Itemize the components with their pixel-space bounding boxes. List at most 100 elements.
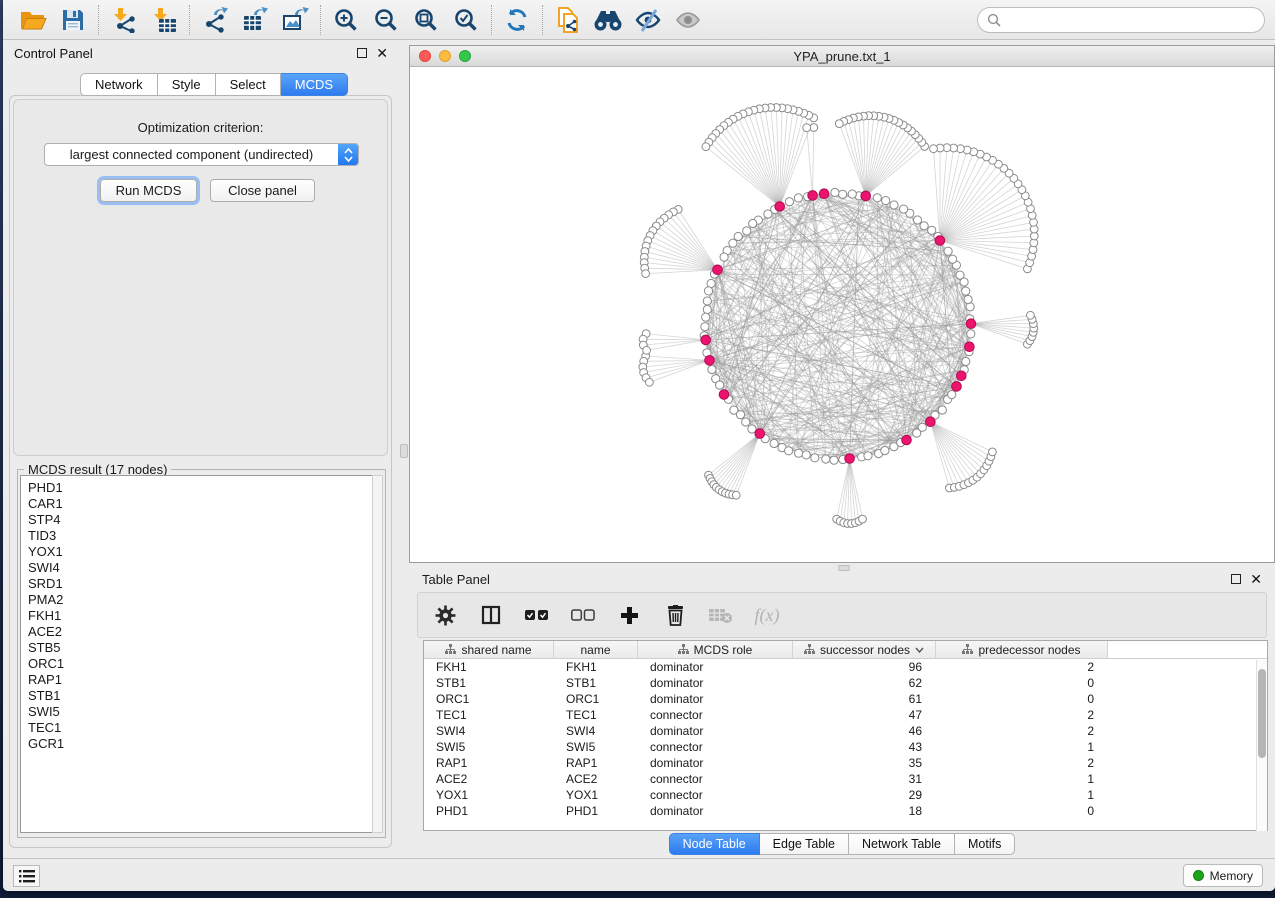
- export-table-button[interactable]: [235, 3, 275, 37]
- table-cell: 1: [936, 772, 1108, 786]
- column-header-predecessor-nodes[interactable]: predecessor nodes: [936, 641, 1108, 658]
- zoom-selected-icon: [453, 7, 479, 33]
- search-box[interactable]: [977, 7, 1265, 33]
- tab-style[interactable]: Style: [158, 73, 216, 96]
- table-row[interactable]: SWI4SWI4dominator462: [424, 723, 1267, 739]
- splitter-grip[interactable]: [400, 444, 408, 458]
- column-header-MCDS-role[interactable]: MCDS role: [638, 641, 793, 658]
- table-row[interactable]: SWI5SWI5connector431: [424, 739, 1267, 755]
- table-cell: 2: [936, 708, 1108, 722]
- float-panel-icon[interactable]: [1231, 574, 1241, 584]
- float-panel-icon[interactable]: [357, 48, 367, 58]
- network-graph[interactable]: [410, 67, 1274, 562]
- network-window-titlebar[interactable]: YPA_prune.txt_1: [410, 46, 1274, 67]
- mcds-result-item[interactable]: STB1: [28, 688, 373, 704]
- mcds-result-item[interactable]: STB5: [28, 640, 373, 656]
- deselect-all-button[interactable]: [570, 600, 596, 630]
- table-toolbar: f(x): [417, 592, 1267, 638]
- vertical-splitter[interactable]: [399, 40, 409, 858]
- table-row[interactable]: FKH1FKH1dominator962: [424, 659, 1267, 675]
- search-input[interactable]: [1001, 10, 1264, 30]
- mcds-result-item[interactable]: STP4: [28, 512, 373, 528]
- table-row[interactable]: TEC1TEC1connector472: [424, 707, 1267, 723]
- mcds-result-item[interactable]: PHD1: [28, 480, 373, 496]
- column-header-shared-name[interactable]: shared name: [424, 641, 554, 658]
- tab-network-table[interactable]: Network Table: [849, 833, 955, 855]
- export-image-icon: [282, 7, 309, 33]
- table-cell: STB1: [424, 676, 554, 690]
- network-window-title: YPA_prune.txt_1: [410, 49, 1274, 64]
- criterion-dropdown-value: largest connected component (undirected): [45, 147, 338, 162]
- import-network-button[interactable]: [104, 3, 144, 37]
- tab-mcds[interactable]: MCDS: [281, 73, 348, 96]
- mcds-result-item[interactable]: TID3: [28, 528, 373, 544]
- tab-network[interactable]: Network: [80, 73, 158, 96]
- close-panel-icon[interactable]: ✕: [376, 48, 388, 58]
- table-cell: connector: [638, 740, 793, 754]
- scrollbar-thumb[interactable]: [1258, 669, 1266, 758]
- mcds-result-item[interactable]: CAR1: [28, 496, 373, 512]
- column-namespace-icon: [678, 644, 689, 655]
- show-columns-button[interactable]: [478, 600, 504, 630]
- show-all-button[interactable]: [668, 3, 708, 37]
- list-icon: [19, 870, 35, 883]
- clone-network-button[interactable]: [548, 3, 588, 37]
- tab-edge-table[interactable]: Edge Table: [760, 833, 849, 855]
- delete-column-button[interactable]: [662, 600, 688, 630]
- criterion-dropdown[interactable]: largest connected component (undirected): [44, 143, 359, 166]
- import-table-button[interactable]: [144, 3, 184, 37]
- table-cell: SWI4: [554, 724, 638, 738]
- close-panel-icon[interactable]: ✕: [1250, 574, 1262, 584]
- table-row[interactable]: RAP1RAP1dominator352: [424, 755, 1267, 771]
- mcds-result-item[interactable]: SRD1: [28, 576, 373, 592]
- column-header-successor-nodes[interactable]: successor nodes: [793, 641, 936, 658]
- tab-node-table[interactable]: Node Table: [669, 833, 760, 855]
- hide-selected-button[interactable]: [628, 3, 668, 37]
- table-row[interactable]: ORC1ORC1dominator610: [424, 691, 1267, 707]
- mcds-result-item[interactable]: YOX1: [28, 544, 373, 560]
- open-folder-icon: [20, 8, 47, 32]
- mcds-list-scrollbar[interactable]: [372, 475, 383, 833]
- mcds-result-item[interactable]: ORC1: [28, 656, 373, 672]
- zoom-out-button[interactable]: [366, 3, 406, 37]
- select-all-button[interactable]: [524, 600, 550, 630]
- memory-button[interactable]: Memory: [1183, 864, 1263, 887]
- apply-layout-button[interactable]: [497, 3, 537, 37]
- network-canvas[interactable]: [410, 67, 1274, 562]
- column-header-name[interactable]: name: [554, 641, 638, 658]
- sort-menu-icon: [915, 647, 924, 653]
- zoom-selected-button[interactable]: [446, 3, 486, 37]
- mcds-result-item[interactable]: RAP1: [28, 672, 373, 688]
- run-mcds-button[interactable]: Run MCDS: [100, 179, 197, 202]
- table-row[interactable]: YOX1YOX1connector291: [424, 787, 1267, 803]
- table-cell: dominator: [638, 660, 793, 674]
- first-neighbors-button[interactable]: [588, 3, 628, 37]
- trash-icon: [666, 605, 685, 626]
- mcds-result-item[interactable]: SWI4: [28, 560, 373, 576]
- mcds-result-item[interactable]: TEC1: [28, 720, 373, 736]
- tab-select[interactable]: Select: [216, 73, 281, 96]
- open-file-button[interactable]: [13, 3, 53, 37]
- create-column-button[interactable]: [616, 600, 642, 630]
- close-panel-button[interactable]: Close panel: [210, 179, 315, 202]
- mcds-result-item[interactable]: GCR1: [28, 736, 373, 752]
- table-row[interactable]: ACE2ACE2connector311: [424, 771, 1267, 787]
- task-history-button[interactable]: [13, 865, 40, 887]
- mcds-result-item[interactable]: FKH1: [28, 608, 373, 624]
- table-options-button[interactable]: [432, 600, 458, 630]
- table-row[interactable]: STB1STB1dominator620: [424, 675, 1267, 691]
- mcds-result-item[interactable]: ACE2: [28, 624, 373, 640]
- zoom-in-button[interactable]: [326, 3, 366, 37]
- export-network-button[interactable]: [195, 3, 235, 37]
- save-session-button[interactable]: [53, 3, 93, 37]
- table-scrollbar[interactable]: [1256, 660, 1267, 831]
- zoom-fit-button[interactable]: [406, 3, 446, 37]
- table-row[interactable]: PHD1PHD1dominator180: [424, 803, 1267, 819]
- graph-nodes[interactable]: [639, 104, 1038, 528]
- export-image-button[interactable]: [275, 3, 315, 37]
- mcds-result-list[interactable]: PHD1CAR1STP4TID3YOX1SWI4SRD1PMA2FKH1ACE2…: [20, 475, 374, 833]
- tab-motifs[interactable]: Motifs: [955, 833, 1015, 855]
- column-namespace-icon: [445, 644, 456, 655]
- mcds-result-item[interactable]: PMA2: [28, 592, 373, 608]
- mcds-result-item[interactable]: SWI5: [28, 704, 373, 720]
